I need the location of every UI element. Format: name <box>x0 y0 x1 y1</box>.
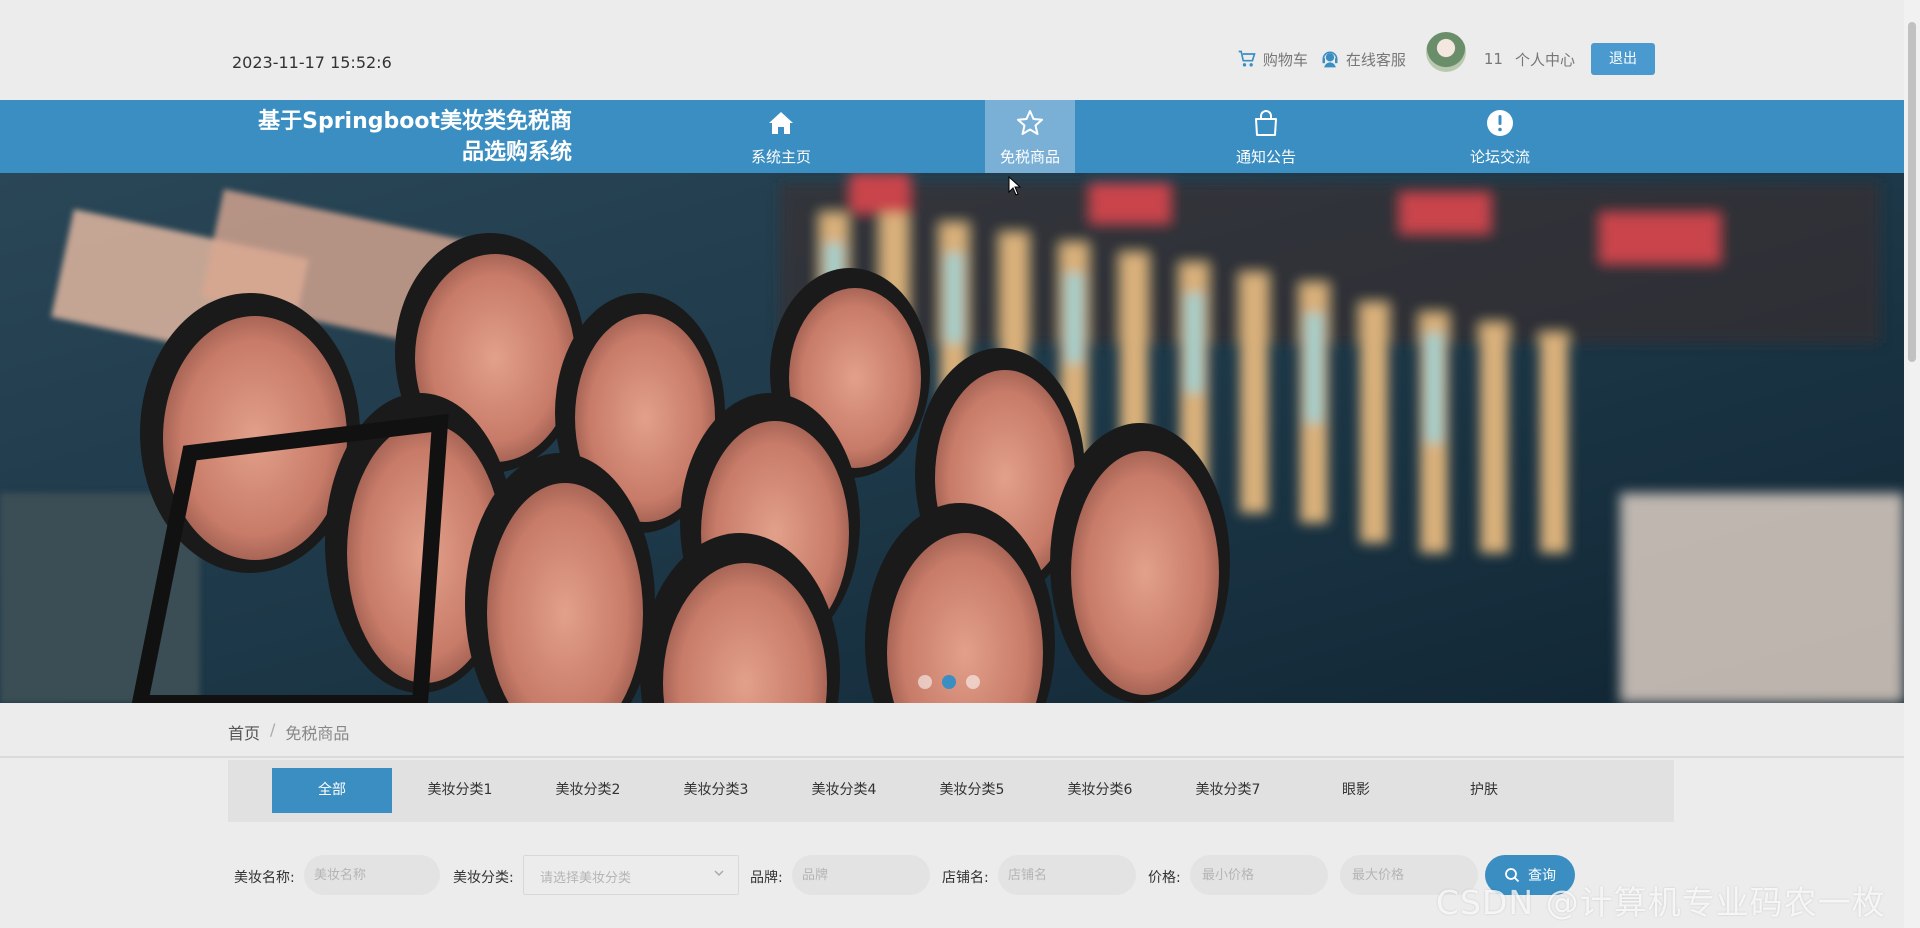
shop-input[interactable] <box>998 855 1136 895</box>
category-tab-7[interactable]: 美妆分类7 <box>1168 768 1288 813</box>
avatar[interactable] <box>1425 32 1466 72</box>
page-scrollbar[interactable] <box>1904 0 1920 928</box>
current-datetime: 2023-11-17 15:52:6 <box>232 53 392 72</box>
nav-label-home: 系统主页 <box>750 148 811 166</box>
top-bar: 2023-11-17 15:52:6 购物车 在线客服 11 个人中心 退出 <box>0 0 1904 100</box>
scrollbar-thumb[interactable] <box>1908 22 1916 362</box>
category-tab-all[interactable]: 全部 <box>272 768 392 813</box>
category-tab-4[interactable]: 美妆分类4 <box>784 768 904 813</box>
carousel-dots <box>918 675 980 689</box>
breadcrumb-current: 免税商品 <box>285 724 350 743</box>
online-service-label: 在线客服 <box>1345 50 1406 69</box>
brand-label: 品牌: <box>750 870 783 886</box>
category-tab-6[interactable]: 美妆分类6 <box>1040 768 1160 813</box>
breadcrumb: 首页 / 免税商品 <box>228 720 349 744</box>
watermark: CSDN @计算机专业码农一枚 <box>1436 883 1886 922</box>
site-title-line1: 基于Springboot美妆类免税商 <box>258 109 572 134</box>
headset-icon <box>1322 51 1338 68</box>
nav-item-forum[interactable]: 论坛交流 <box>1455 100 1545 173</box>
nav-label-products: 免税商品 <box>999 148 1060 166</box>
username: 11 <box>1483 50 1503 68</box>
star-icon <box>1017 110 1043 135</box>
category-tab-eyeshadow[interactable]: 眼影 <box>1296 768 1416 813</box>
nav-item-products[interactable]: 免税商品 <box>985 100 1075 173</box>
banner-image <box>0 173 1904 703</box>
name-label: 美妆名称: <box>234 870 295 886</box>
shop-label: 店铺名: <box>942 870 989 886</box>
category-label: 美妆分类: <box>453 870 514 886</box>
cart-icon <box>1238 50 1256 67</box>
main-nav: 基于Springboot美妆类免税商 品选购系统 系统主页 免税商品 通知公告 … <box>0 100 1904 173</box>
category-tab-2[interactable]: 美妆分类2 <box>528 768 648 813</box>
chevron-down-icon <box>714 870 724 877</box>
carousel-dot-2[interactable] <box>942 675 956 689</box>
category-select-placeholder: 请选择美妆分类 <box>540 871 632 886</box>
site-title-line2: 品选购系统 <box>461 140 572 165</box>
nav-label-forum: 论坛交流 <box>1469 148 1530 166</box>
breadcrumb-home[interactable]: 首页 <box>228 720 260 744</box>
nav-item-notices[interactable]: 通知公告 <box>1221 100 1311 173</box>
category-tab-skincare[interactable]: 护肤 <box>1424 768 1544 813</box>
logout-button[interactable]: 退出 <box>1591 43 1655 75</box>
top-actions: 购物车 在线客服 11 个人中心 退出 <box>1237 30 1655 88</box>
cart-label: 购物车 <box>1262 50 1308 69</box>
nav-label-notices: 通知公告 <box>1235 148 1296 166</box>
category-tabs: 全部 美妆分类1 美妆分类2 美妆分类3 美妆分类4 美妆分类5 美妆分类6 美… <box>228 760 1674 822</box>
category-tab-1[interactable]: 美妆分类1 <box>400 768 520 813</box>
carousel-dot-3[interactable] <box>966 675 980 689</box>
profile-link[interactable]: 个人中心 <box>1515 49 1575 70</box>
bag-icon <box>1255 110 1277 136</box>
online-service-link[interactable]: 在线客服 <box>1320 49 1406 70</box>
divider <box>0 756 1904 758</box>
home-icon <box>769 112 793 134</box>
mouse-cursor-icon <box>1008 176 1022 196</box>
site-title: 基于Springboot美妆类免税商 品选购系统 <box>245 106 572 168</box>
min-price-input[interactable] <box>1190 855 1328 895</box>
brand-input[interactable] <box>792 855 930 895</box>
name-input[interactable] <box>304 855 440 895</box>
category-tab-5[interactable]: 美妆分类5 <box>912 768 1032 813</box>
banner-carousel[interactable] <box>0 173 1904 703</box>
cart-link[interactable]: 购物车 <box>1237 49 1308 70</box>
breadcrumb-separator: / <box>270 720 276 739</box>
carousel-dot-1[interactable] <box>918 675 932 689</box>
category-select[interactable]: 请选择美妆分类 <box>523 855 739 895</box>
price-label: 价格: <box>1148 870 1181 886</box>
category-tab-3[interactable]: 美妆分类3 <box>656 768 776 813</box>
info-icon <box>1487 110 1513 136</box>
nav-item-home[interactable]: 系统主页 <box>736 100 826 173</box>
